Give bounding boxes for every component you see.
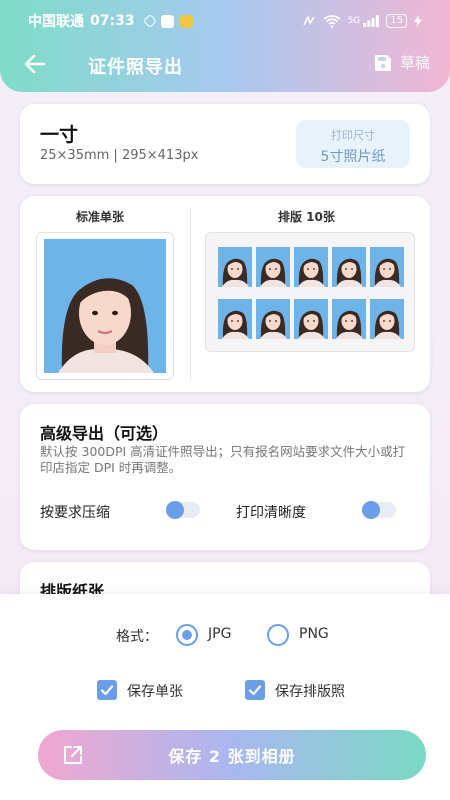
- app-grid-icon: [160, 14, 174, 28]
- advanced-title: 高级导出（可选）: [40, 424, 169, 443]
- sheet-thumbnail: [332, 299, 366, 339]
- spec-card: 一寸 25×35mm | 295×413px 打印尺寸 5寸照片纸: [20, 104, 430, 184]
- weather-icon: [179, 14, 193, 28]
- network-type-label: 5G: [347, 16, 361, 26]
- format-label: 格式：: [116, 629, 158, 645]
- save-single-label[interactable]: 保存单张: [127, 681, 183, 701]
- draft-button[interactable]: 草稿: [374, 52, 430, 73]
- export-panel: 格式： JPG PNG 保存单张 保存排版照 保存 2 张到相册: [0, 594, 450, 800]
- save-single-checkbox[interactable]: [97, 680, 117, 700]
- compress-option-label: 按要求压缩: [40, 505, 110, 521]
- toggle-knob: [166, 501, 184, 519]
- print-clarity-option-label: 打印清晰度: [236, 505, 306, 521]
- cube-icon: [142, 13, 157, 29]
- preview-divider: [190, 208, 191, 380]
- carrier-label: 中国联通: [28, 14, 84, 30]
- sheet-preview-title: 排版 10张: [278, 210, 335, 224]
- print-clarity-toggle[interactable]: [362, 501, 396, 519]
- print-size-label: 打印尺寸: [331, 129, 375, 142]
- id-photo: [44, 239, 166, 373]
- charging-icon: [414, 15, 422, 27]
- save-sheet-checkbox[interactable]: [245, 680, 265, 700]
- radio-png[interactable]: [267, 624, 289, 646]
- sheet-thumbnail: [218, 247, 252, 287]
- page-title: 证件照导出: [88, 57, 183, 78]
- sheet-grid: [218, 247, 404, 339]
- radio-png-label[interactable]: PNG: [299, 626, 329, 642]
- advanced-description: 默认按 300DPI 高清证件照导出；只有报名网站要求文件大小或打印店指定 DP…: [40, 444, 406, 475]
- spec-dimensions: 25×35mm | 295×413px: [40, 148, 199, 163]
- sheet-photo-frame[interactable]: [205, 232, 415, 352]
- export-icon: [64, 746, 82, 764]
- single-photo-frame[interactable]: [36, 232, 174, 380]
- sheet-thumbnail: [256, 247, 290, 287]
- wifi-icon: [323, 14, 341, 28]
- advanced-export-card: 高级导出（可选） 默认按 300DPI 高清证件照导出；只有报名网站要求文件大小…: [20, 404, 430, 550]
- compress-toggle[interactable]: [166, 501, 200, 519]
- status-time: 07:33: [90, 13, 135, 29]
- sheet-thumbnail: [370, 299, 404, 339]
- sheet-thumbnail: [256, 299, 290, 339]
- toggle-knob: [362, 501, 380, 519]
- radio-jpg[interactable]: [176, 624, 198, 646]
- nfc-icon: [302, 15, 315, 26]
- status-bar: 中国联通 07:33 5G 15: [0, 8, 450, 34]
- title-bar: 证件照导出 草稿: [0, 44, 450, 84]
- draft-label: 草稿: [399, 54, 430, 72]
- save-sheet-label[interactable]: 保存排版照: [275, 681, 345, 701]
- back-arrow-icon[interactable]: [22, 52, 48, 76]
- sheet-thumbnail: [370, 247, 404, 287]
- save-to-album-button[interactable]: 保存 2 张到相册: [38, 730, 426, 780]
- preview-card: 标准单张 排版 10张: [20, 196, 430, 392]
- signal-icon: [363, 15, 380, 27]
- sheet-thumbnail: [332, 247, 366, 287]
- battery-icon: 15: [386, 14, 407, 28]
- sheet-thumbnail: [294, 299, 328, 339]
- single-preview-title: 标准单张: [76, 210, 125, 224]
- check-icon: [248, 685, 262, 696]
- header-bar: 中国联通 07:33 5G 15 证件照导出 草稿: [0, 0, 450, 92]
- print-size-box[interactable]: 打印尺寸 5寸照片纸: [296, 120, 410, 168]
- print-size-value: 5寸照片纸: [320, 149, 386, 165]
- save-disk-icon: [374, 54, 391, 71]
- sheet-thumbnail: [294, 247, 328, 287]
- check-icon: [100, 685, 114, 696]
- save-button-label: 保存 2 张到相册: [168, 747, 296, 766]
- sheet-thumbnail: [218, 299, 252, 339]
- spec-name: 一寸: [40, 124, 79, 146]
- radio-jpg-label[interactable]: JPG: [208, 626, 231, 642]
